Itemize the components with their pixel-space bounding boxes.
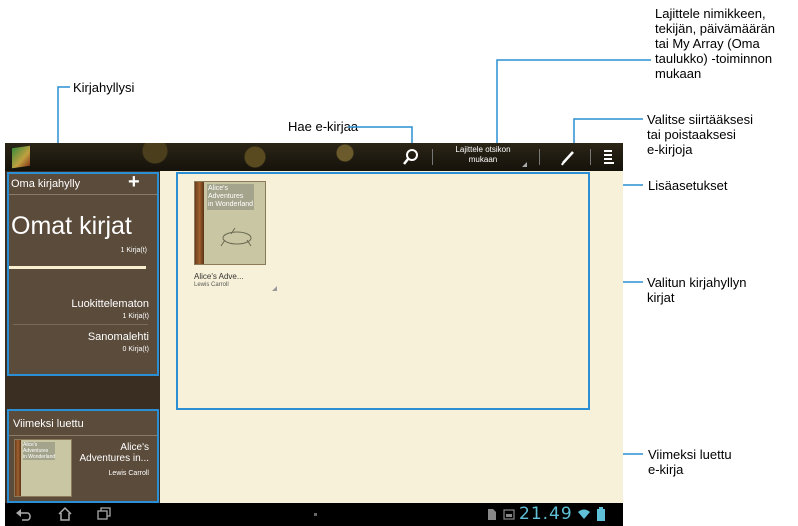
divider [590, 149, 591, 165]
divider [432, 149, 433, 165]
frame-recent [7, 409, 159, 503]
search-icon [403, 149, 418, 165]
sort-label-line2: mukaan [468, 155, 498, 164]
battery-icon [597, 507, 605, 521]
file-icon [488, 509, 496, 520]
menu-icon [604, 150, 614, 164]
wifi-icon [578, 509, 590, 519]
dropdown-triangle-icon [522, 162, 527, 167]
sort-dropdown[interactable]: Lajittele otsikon mukaan [438, 145, 528, 169]
home-icon[interactable] [57, 506, 73, 521]
frame-books-area [176, 172, 590, 410]
divider [539, 149, 540, 165]
pencil-icon [561, 151, 574, 166]
center-dot [314, 513, 317, 516]
sort-label-line1: Lajittele otsikon [455, 145, 511, 154]
menu-button[interactable] [602, 149, 616, 165]
app-icon[interactable] [12, 145, 30, 169]
image-icon [503, 509, 515, 520]
top-action-bar: Lajittele otsikon mukaan [5, 143, 623, 171]
frame-bookshelf [7, 172, 159, 376]
search-button[interactable] [402, 148, 420, 166]
clock: 21.49 [519, 504, 573, 524]
back-icon[interactable] [15, 507, 33, 521]
system-nav-bar: 21.49 [5, 503, 623, 526]
recent-apps-icon[interactable] [96, 506, 112, 521]
edit-button[interactable] [560, 148, 578, 166]
